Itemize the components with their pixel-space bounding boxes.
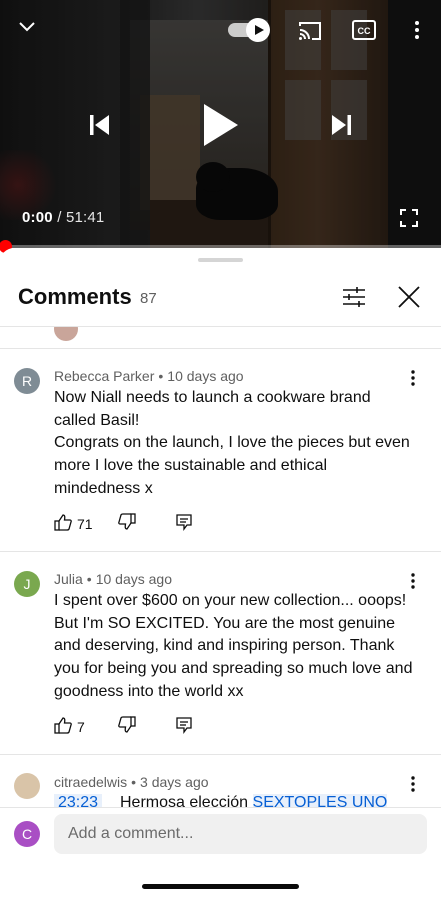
- play-icon[interactable]: [200, 102, 240, 148]
- comment-text-start: Hermosa elección: [120, 794, 249, 807]
- comment-text: Now Niall needs to launch a cookware bra…: [54, 389, 410, 497]
- close-icon[interactable]: [396, 284, 422, 310]
- more-vertical-icon[interactable]: [410, 18, 424, 42]
- avatar[interactable]: C: [14, 821, 40, 847]
- thumbs-up-icon[interactable]: [54, 716, 72, 736]
- comment-time: 10 days ago: [95, 571, 172, 587]
- svg-text:CC: CC: [358, 26, 371, 36]
- duration: / 51:41: [57, 209, 105, 226]
- avatar[interactable]: J: [14, 571, 40, 597]
- comment-time: 10 days ago: [167, 368, 244, 384]
- comment-text: I spent over $600 on your new collection…: [54, 592, 413, 700]
- comment-text-line: Hermosa elección SEXTOPLES UNO: [120, 794, 388, 807]
- video-player[interactable]: CC 0:00 / 51:41: [0, 0, 441, 248]
- hashtag-link[interactable]: SEXTOPLES UNO: [252, 794, 388, 807]
- more-vertical-icon[interactable]: [406, 368, 420, 388]
- closed-captions-icon[interactable]: CC: [352, 20, 376, 40]
- more-vertical-icon[interactable]: [406, 774, 420, 794]
- drag-handle[interactable]: [198, 258, 243, 262]
- divider: [0, 807, 441, 808]
- comment-meta: Rebecca Parker • 10 days ago: [54, 368, 244, 384]
- avatar[interactable]: R: [14, 368, 40, 394]
- comment-item: citraedelwis • 3 days ago 23:23 Hermosa el…: [0, 756, 441, 807]
- avatar: [54, 327, 78, 341]
- comment-meta: citraedelwis • 3 days ago: [54, 774, 209, 790]
- thumbs-down-icon[interactable]: [118, 513, 136, 533]
- thumbs-up-icon[interactable]: [54, 513, 72, 533]
- comment-count: 87: [140, 290, 157, 307]
- comment-author[interactable]: Rebecca Parker: [54, 368, 154, 384]
- reply-icon[interactable]: [175, 513, 193, 533]
- like-count: 71: [77, 516, 93, 532]
- more-vertical-icon[interactable]: [406, 571, 420, 591]
- comments-panel: Comments 87 R Rebecca Parker • 10 days ago…: [0, 248, 441, 900]
- home-indicator[interactable]: [142, 884, 299, 889]
- fullscreen-icon[interactable]: [400, 209, 418, 227]
- current-time: 0:00: [22, 209, 53, 226]
- sliders-icon[interactable]: [340, 284, 368, 310]
- like-count: 7: [77, 719, 85, 735]
- thumbs-down-icon[interactable]: [118, 716, 136, 736]
- chevron-down-icon[interactable]: [16, 16, 38, 38]
- comment-item: R Rebecca Parker • 10 days ago Now Niall n…: [0, 350, 441, 552]
- cast-icon[interactable]: [297, 20, 323, 42]
- skip-next-icon[interactable]: [328, 112, 354, 138]
- previous-comment-replies[interactable]: [0, 327, 441, 349]
- comment-author[interactable]: citraedelwis: [54, 774, 127, 790]
- comments-list[interactable]: R Rebecca Parker • 10 days ago Now Niall n…: [0, 327, 441, 807]
- time-display: 0:00 / 51:41: [22, 209, 104, 226]
- panel-title: Comments: [18, 284, 132, 309]
- timestamp-link[interactable]: 23:23: [54, 794, 103, 807]
- comment-time: 3 days ago: [140, 774, 209, 790]
- skip-previous-icon[interactable]: [87, 112, 113, 138]
- comment-author[interactable]: Julia: [54, 571, 83, 587]
- reply-icon[interactable]: [175, 716, 193, 736]
- add-comment-input[interactable]: [54, 814, 427, 854]
- comment-text: 23:23 Hermosa elección SEXTOPLES UNO: [0, 794, 441, 807]
- autoplay-toggle-icon[interactable]: [228, 18, 272, 44]
- comment-item: J Julia • 10 days ago I spent over $600 on…: [0, 553, 441, 755]
- comment-meta: Julia • 10 days ago: [54, 571, 172, 587]
